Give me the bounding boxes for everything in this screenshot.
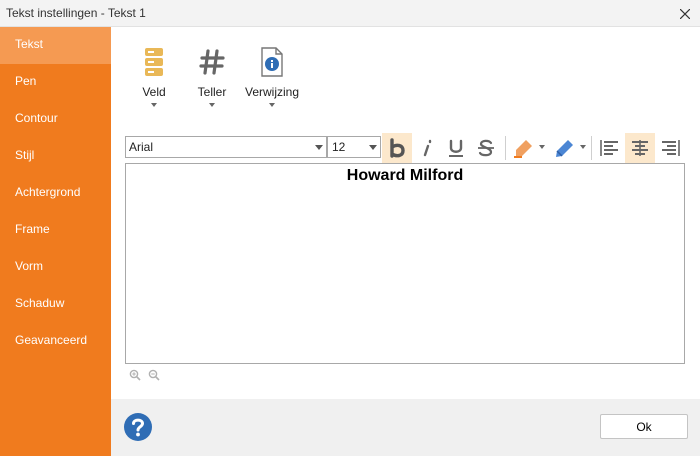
chevron-down-icon xyxy=(315,145,323,150)
font-select[interactable]: Arial xyxy=(125,136,327,158)
chevron-down-icon xyxy=(269,103,275,107)
chevron-down-icon xyxy=(369,145,377,150)
verwijzing-label: Verwijzing xyxy=(244,85,300,99)
ok-button[interactable]: Ok xyxy=(600,414,688,439)
sidebar-item-label: Stijl xyxy=(15,148,35,162)
pen-color-icon xyxy=(556,140,573,157)
italic-icon xyxy=(423,139,432,157)
sidebar-item-tekst[interactable]: Tekst xyxy=(0,27,111,64)
chevron-down-icon[interactable] xyxy=(539,145,545,149)
underline-icon xyxy=(449,139,463,157)
teller-button[interactable]: Teller xyxy=(190,45,234,107)
sidebar-item-frame[interactable]: Frame xyxy=(0,212,111,249)
underline-button[interactable] xyxy=(441,133,471,163)
toolbar-divider xyxy=(505,136,506,160)
bold-icon xyxy=(390,138,405,158)
align-right-icon xyxy=(662,140,680,156)
veld-label: Veld xyxy=(142,85,166,99)
align-left-icon xyxy=(600,140,618,156)
hash-icon xyxy=(199,49,225,75)
strikethrough-button[interactable] xyxy=(471,133,501,163)
strikethrough-icon xyxy=(478,139,494,157)
dialog-footer: Ok xyxy=(111,399,700,456)
sidebar-item-label: Vorm xyxy=(15,259,44,273)
align-center-icon xyxy=(632,140,648,156)
sidebar-item-pen[interactable]: Pen xyxy=(0,64,111,101)
toolbar-divider xyxy=(591,136,592,160)
close-icon xyxy=(680,8,690,19)
verwijzing-button[interactable]: Verwijzing xyxy=(244,45,300,107)
veld-button[interactable]: Veld xyxy=(138,45,170,107)
teller-label: Teller xyxy=(197,85,227,99)
sidebar-item-label: Schaduw xyxy=(15,296,65,310)
italic-button[interactable] xyxy=(412,133,442,163)
align-center-button[interactable] xyxy=(625,133,655,163)
title-bar: Tekst instellingen - Tekst 1 xyxy=(0,0,700,27)
highlighter-icon xyxy=(514,140,532,158)
sidebar-item-schaduw[interactable]: Schaduw xyxy=(0,286,111,323)
sidebar-item-achtergrond[interactable]: Achtergrond xyxy=(0,175,111,212)
sidebar: Tekst Pen Contour Stijl Achtergrond Fram… xyxy=(0,27,111,456)
window-title: Tekst instellingen - Tekst 1 xyxy=(6,6,146,20)
align-left-button[interactable] xyxy=(595,133,625,163)
sidebar-item-label: Contour xyxy=(15,111,58,125)
help-icon[interactable] xyxy=(123,412,153,442)
close-button[interactable] xyxy=(670,0,700,27)
align-right-button[interactable] xyxy=(655,133,685,163)
font-size-value: 12 xyxy=(332,140,346,154)
sidebar-item-contour[interactable]: Contour xyxy=(0,101,111,138)
zoom-in-icon[interactable] xyxy=(129,369,141,381)
bold-button[interactable] xyxy=(382,133,412,163)
sidebar-item-label: Pen xyxy=(15,74,37,88)
sidebar-item-label: Achtergrond xyxy=(15,185,81,199)
chevron-down-icon xyxy=(209,103,215,107)
text-editor[interactable]: Howard Milford xyxy=(125,163,685,364)
sidebar-item-vorm[interactable]: Vorm xyxy=(0,249,111,286)
sidebar-item-stijl[interactable]: Stijl xyxy=(0,138,111,175)
font-select-value: Arial xyxy=(129,140,154,154)
document-info-icon xyxy=(261,47,283,77)
sidebar-item-label: Geavanceerd xyxy=(15,333,88,347)
sidebar-item-label: Tekst xyxy=(15,37,44,51)
font-color-button[interactable] xyxy=(549,133,579,163)
editor-text[interactable]: Howard Milford xyxy=(126,167,684,185)
chevron-down-icon[interactable] xyxy=(580,145,586,149)
font-size-select[interactable]: 12 xyxy=(327,136,381,158)
database-icon xyxy=(145,48,163,76)
sidebar-item-geavanceerd[interactable]: Geavanceerd xyxy=(0,323,111,360)
chevron-down-icon xyxy=(151,103,157,107)
highlight-color-button[interactable] xyxy=(508,133,538,163)
sidebar-item-label: Frame xyxy=(15,222,50,236)
zoom-out-icon[interactable] xyxy=(148,369,160,381)
format-toolbar: Arial 12 xyxy=(125,133,685,163)
